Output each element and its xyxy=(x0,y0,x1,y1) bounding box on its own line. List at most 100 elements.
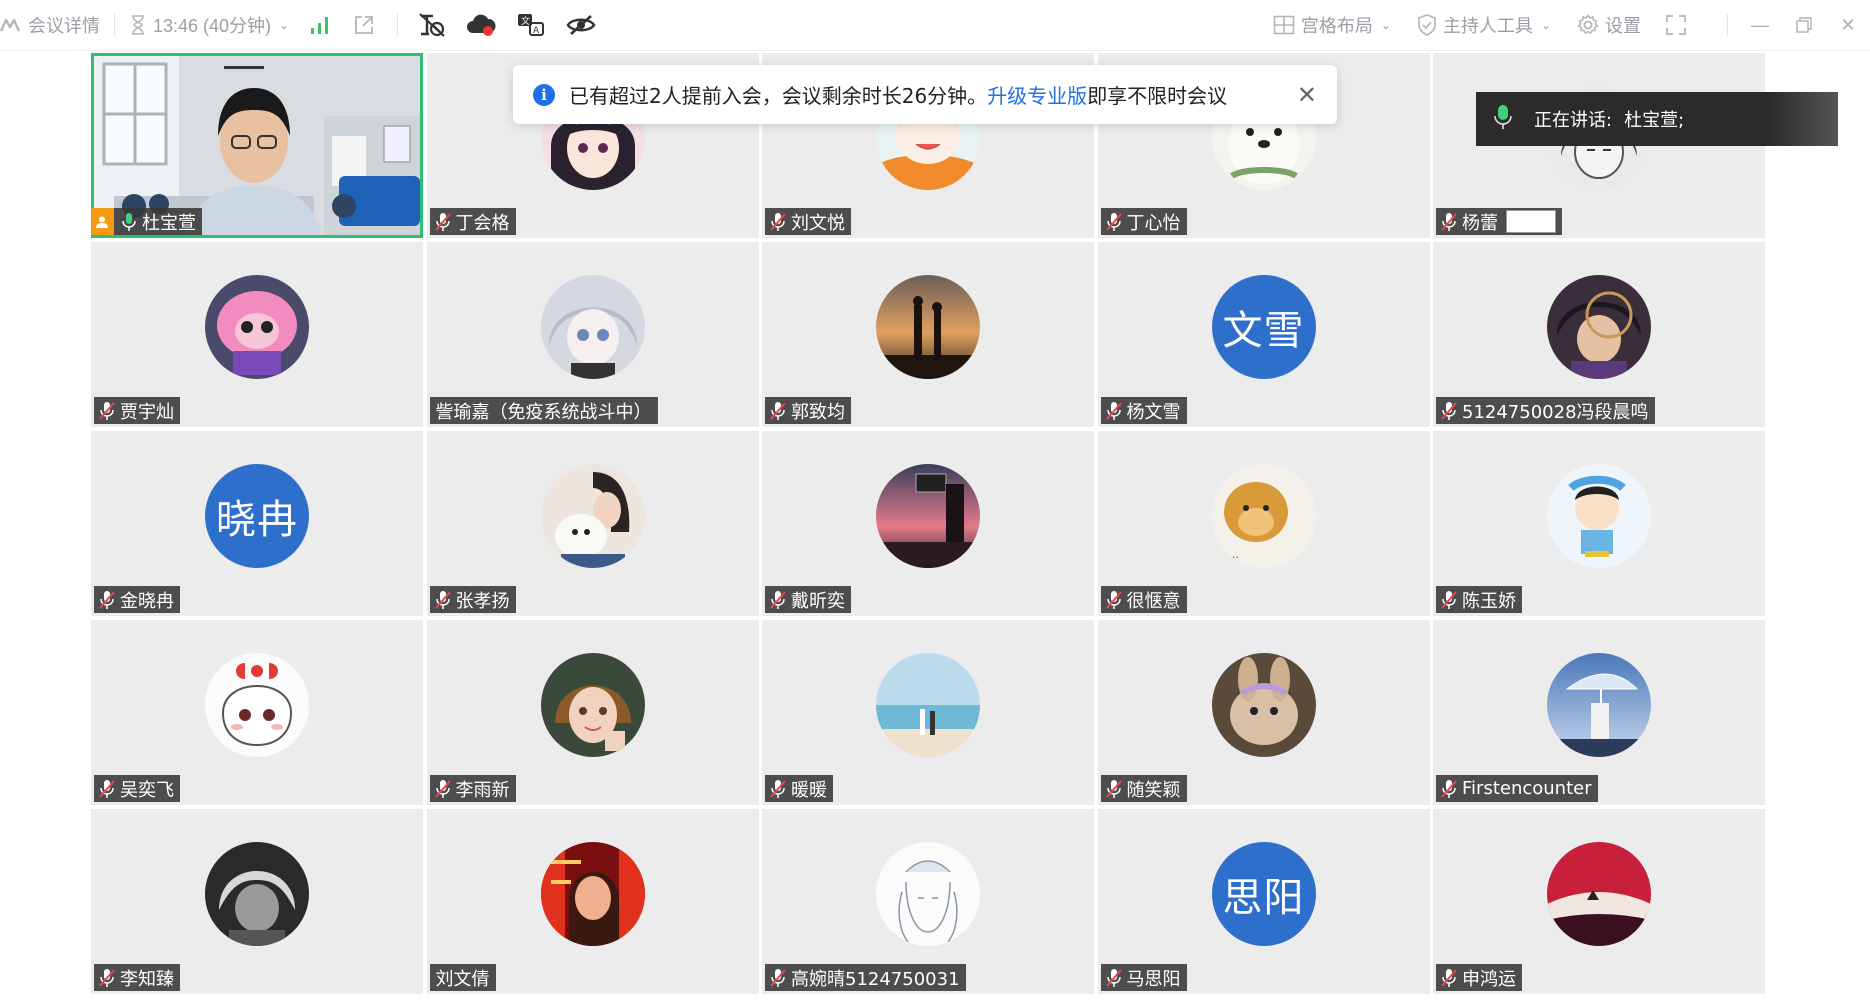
avatar xyxy=(1547,463,1651,568)
participant-tile[interactable]: 随笑颖 xyxy=(1097,620,1430,805)
meeting-time-dropdown[interactable]: 13:46 (40分钟) ⌄ xyxy=(129,12,289,38)
speaking-name: 杜宝萱; xyxy=(1624,110,1685,131)
participant-name: 丁会格 xyxy=(455,212,510,234)
avatar xyxy=(1211,652,1316,757)
avatar xyxy=(205,274,309,379)
participant-tile-host[interactable]: 杜宝萱 xyxy=(91,53,423,238)
mic-muted-icon xyxy=(769,401,787,421)
participant-name-tag: 金晓冉 xyxy=(94,586,180,613)
participant-name-tag: 马思阳 xyxy=(1100,964,1187,991)
translate-icon[interactable]: 文A xyxy=(516,12,546,38)
participant-name: 刘文悦 xyxy=(791,212,845,234)
participant-tile[interactable]: 李雨新 xyxy=(426,620,759,805)
avatar: … xyxy=(1211,463,1316,568)
mic-muted-icon xyxy=(769,590,787,610)
participant-name: 李雨新 xyxy=(455,779,510,801)
participant-tile[interactable]: 暖暖 xyxy=(762,620,1094,805)
participant-tile[interactable]: 申鸿运 xyxy=(1433,809,1765,994)
participant-name: 訾瑜嘉（免疫系统战斗中） xyxy=(435,401,652,423)
close-icon[interactable]: ✕ xyxy=(1297,81,1317,109)
participant-name-tag: 郭致均 xyxy=(765,397,851,424)
upgrade-link[interactable]: 升级专业版 xyxy=(987,80,1087,109)
participant-tile[interactable]: 高婉晴5124750031 xyxy=(762,809,1094,994)
signal-strength-icon[interactable] xyxy=(309,15,331,35)
participant-tile[interactable]: 5124750028冯段晨鸣 xyxy=(1433,242,1765,427)
participant-name-tag: 杜宝萱 xyxy=(91,208,202,235)
settings-button[interactable]: 设置 xyxy=(1577,12,1641,38)
participant-tile[interactable]: 晓冉 金晓冉 xyxy=(91,431,423,616)
divider xyxy=(397,14,399,36)
participant-name: 5124750028冯段晨鸣 xyxy=(1462,401,1649,423)
maximize-button[interactable] xyxy=(1782,0,1826,50)
cloud-record-icon[interactable] xyxy=(466,13,496,37)
avatar xyxy=(205,841,309,946)
avatar xyxy=(205,652,309,757)
minimize-button[interactable]: — xyxy=(1738,0,1782,50)
avatar: 文雪 xyxy=(1211,274,1316,379)
notice-text: 已有超过2人提前入会，会议剩余时长26分钟。 xyxy=(569,84,988,108)
mic-muted-icon xyxy=(434,590,452,610)
hide-video-icon[interactable] xyxy=(566,14,596,36)
mic-muted-icon xyxy=(98,401,116,421)
record-off-icon[interactable] xyxy=(418,12,446,38)
avatar: 晓冉 xyxy=(205,463,309,568)
participant-name: 戴昕奕 xyxy=(791,590,845,612)
participant-name: Firstencounter xyxy=(1462,778,1592,799)
participant-name: 马思阳 xyxy=(1126,968,1181,990)
avatar xyxy=(540,841,645,946)
participant-tile[interactable]: … 很惬意 xyxy=(1097,431,1430,616)
avatar xyxy=(1547,652,1651,757)
mic-muted-icon xyxy=(1440,401,1458,421)
participant-name: 贾宇灿 xyxy=(120,401,174,423)
mic-active-icon xyxy=(1494,104,1512,135)
participant-name-tag: Firstencounter xyxy=(1436,775,1598,802)
avatar xyxy=(876,463,980,568)
participant-name-tag: 暖暖 xyxy=(765,775,833,802)
share-link-icon[interactable] xyxy=(353,14,375,36)
host-tools-dropdown[interactable]: 主持人工具 ⌄ xyxy=(1417,12,1551,38)
meeting-logo-icon xyxy=(0,17,22,33)
mic-muted-icon xyxy=(769,212,787,232)
minimize-icon: — xyxy=(1751,14,1769,35)
participant-tile[interactable]: 李知臻 xyxy=(91,809,423,994)
svg-text:A: A xyxy=(533,26,540,36)
participant-name-tag: 刘文悦 xyxy=(765,208,851,235)
mic-muted-icon xyxy=(98,590,116,610)
meeting-details-button[interactable]: 会议详情 xyxy=(0,12,100,38)
settings-label: 设置 xyxy=(1605,16,1641,36)
participant-tile[interactable]: 戴昕奕 xyxy=(762,431,1094,616)
participant-name: 张孝扬 xyxy=(455,590,510,612)
participant-tile[interactable]: 思阳 马思阳 xyxy=(1097,809,1430,994)
gear-icon xyxy=(1577,14,1599,36)
participant-tile[interactable]: 陈玉娇 xyxy=(1433,431,1765,616)
name-edit-box[interactable] xyxy=(1506,210,1556,233)
participant-name: 暖暖 xyxy=(791,779,827,801)
participant-tile[interactable]: 贾宇灿 xyxy=(91,242,423,427)
layout-dropdown[interactable]: 宫格布局 ⌄ xyxy=(1273,12,1391,38)
participant-tile[interactable]: 张孝扬 xyxy=(426,431,759,616)
avatar: 思阳 xyxy=(1211,841,1316,946)
participant-name-tag: 李雨新 xyxy=(429,775,516,802)
participant-name-tag: 很惬意 xyxy=(1100,586,1187,613)
participant-tile[interactable]: 吴奕飞 xyxy=(91,620,423,805)
mic-muted-icon xyxy=(1440,968,1458,988)
participant-name: 郭致均 xyxy=(791,401,845,423)
participant-grid: 杜宝萱 丁会格 刘文悦 丁心怡 杨蕾 贾宇灿 訾瑜嘉（免疫系统战斗中） 郭致均 … xyxy=(91,53,1765,1001)
participant-tile[interactable]: 郭致均 xyxy=(762,242,1094,427)
meeting-details-label: 会议详情 xyxy=(28,16,100,36)
close-window-button[interactable]: ✕ xyxy=(1826,0,1870,50)
restore-icon xyxy=(1796,17,1812,33)
participant-tile[interactable]: 文雪 杨文雪 xyxy=(1097,242,1430,427)
participant-tile[interactable]: 訾瑜嘉（免疫系统战斗中） xyxy=(426,242,759,427)
hourglass-icon xyxy=(129,14,147,36)
fullscreen-icon[interactable] xyxy=(1665,14,1687,36)
mic-muted-icon xyxy=(1105,779,1123,799)
mic-muted-icon xyxy=(769,968,787,988)
participant-tile[interactable]: Firstencounter xyxy=(1433,620,1765,805)
participant-name-tag: 訾瑜嘉（免疫系统战斗中） xyxy=(429,397,658,424)
participant-name-tag: 戴昕奕 xyxy=(765,586,851,613)
avatar xyxy=(1547,841,1651,946)
participant-name-tag: 杨蕾 xyxy=(1436,208,1562,235)
participant-tile[interactable]: 刘文倩 xyxy=(426,809,759,994)
participant-name: 金晓冉 xyxy=(120,590,174,612)
